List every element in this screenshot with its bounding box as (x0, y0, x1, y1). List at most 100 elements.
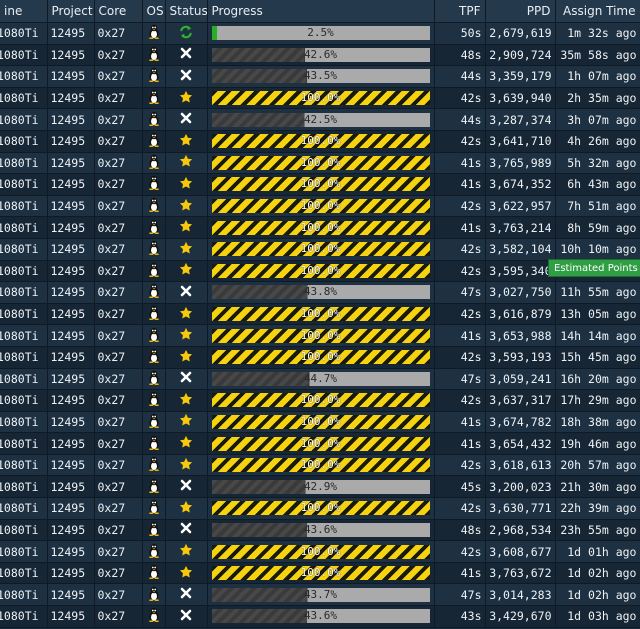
table-row[interactable]: 1080Ti 12495 0x27 100.0% 41s 3,763,672 1d 02h … (0, 562, 640, 585)
assign-time-cell: 23h 55m ago (555, 519, 640, 542)
col-header-status[interactable]: Status (165, 0, 208, 23)
tpf-cell: 42s (434, 195, 486, 218)
project-cell: 12495 (47, 44, 95, 67)
machine-name-cell: 1080Ti (0, 605, 48, 628)
progress-label: 100.0% (300, 177, 341, 191)
ppd-cell: 2,909,724 (485, 44, 556, 67)
progress-bar: 100.0% (211, 350, 430, 365)
core-cell: 0x27 (94, 368, 143, 391)
os-cell (142, 540, 166, 563)
table-row[interactable]: 1080Ti 12495 0x27 42.9% 45s 3,200,023 21h 30m … (0, 475, 640, 499)
table-row[interactable]: 1080Ti 12495 0x27 100.0% 42s 3,618,613 20h 57m… (0, 454, 640, 477)
progress-label: 100.0% (300, 393, 341, 407)
table-row[interactable]: 1080Ti 12495 0x27 100.0% 41s 3,674,352 6h 43m … (0, 173, 640, 196)
os-cell (142, 605, 166, 628)
col-header-progress[interactable]: Progress (207, 0, 435, 23)
tpf-cell: 41s (434, 216, 486, 239)
linux-tux-icon (148, 521, 160, 539)
refresh-icon (179, 25, 193, 42)
progress-label: 43.5% (303, 69, 338, 83)
table-row[interactable]: 1080Ti 12495 0x27 100.0% 42s 3,641,710 4h 26m … (0, 130, 640, 153)
table-row[interactable]: 1080Ti 12495 0x27 100.0% 42s 3,582,104 10h 10m… (0, 238, 640, 261)
assign-time-cell: 13h 05m ago (555, 303, 640, 326)
table-row[interactable]: 1080Ti 12495 0x27 43.8% 47s 3,027,750 11h 55m … (0, 281, 640, 304)
core-cell: 0x27 (94, 303, 143, 326)
progress-cell: 100.0% (207, 87, 435, 110)
progress-bar: 43.6% (211, 609, 430, 624)
project-cell: 12495 (47, 454, 95, 477)
project-cell: 12495 (47, 562, 95, 585)
star-icon (179, 262, 193, 279)
table-row[interactable]: 1080Ti 12495 0x27 100.0% 42s 3,639,940 2h 35m … (0, 87, 640, 110)
ppd-cell: 3,014,283 (485, 583, 556, 607)
star-icon (179, 241, 193, 258)
linux-tux-icon (148, 478, 160, 496)
progress-cell: 100.0% (207, 432, 435, 455)
core-cell: 0x27 (94, 238, 143, 261)
ppd-cell: 3,674,352 (485, 173, 556, 196)
project-cell: 12495 (47, 389, 95, 412)
progress-cell: 100.0% (207, 562, 435, 585)
table-row[interactable]: 1080Ti 12495 0x27 42.5% 44s 3,287,374 3h 07m a… (0, 108, 640, 131)
assign-time-cell: 8h 59m ago (555, 216, 640, 239)
status-cell (165, 497, 208, 520)
progress-label: 100.0% (300, 307, 341, 321)
status-cell (165, 281, 208, 304)
os-cell (142, 87, 166, 110)
table-row[interactable]: 1080Ti 12495 0x27 100.0% 41s 3,654,432 19h 46m… (0, 432, 640, 455)
col-header-project[interactable]: Project (47, 0, 95, 23)
core-cell: 0x27 (94, 497, 143, 520)
machine-name-cell: 1080Ti (0, 540, 48, 563)
col-header-os[interactable]: OS (142, 0, 166, 23)
table-row[interactable]: 1080Ti 12495 0x27 100.0% 42s 3,616,879 13h 05m… (0, 303, 640, 326)
ppd-cell: 3,582,104 (485, 238, 556, 261)
table-row[interactable]: 1080Ti 12495 0x27 100.0% 42s 3,608,677 1d 01h … (0, 540, 640, 563)
star-icon (179, 176, 193, 193)
project-cell: 12495 (47, 87, 95, 110)
os-cell (142, 389, 166, 412)
table-row[interactable]: 1080Ti 12495 0x27 2.5% 50s 2,679,619 1m 32s ag… (0, 22, 640, 45)
table-row[interactable]: 1080Ti 12495 0x27 100.0% 42s 3,630,771 22h 39m… (0, 497, 640, 520)
col-header-assign-time[interactable]: Assign Time (555, 0, 640, 23)
os-cell (142, 281, 166, 304)
project-cell: 12495 (47, 22, 95, 45)
col-header-core[interactable]: Core (94, 0, 143, 23)
table-row[interactable]: 1080Ti 12495 0x27 44.7% 47s 3,059,241 16h 20m … (0, 368, 640, 391)
project-cell: 12495 (47, 130, 95, 153)
project-cell: 12495 (47, 583, 95, 607)
table-row[interactable]: 1080Ti 12495 0x27 100.0% 42s 3,595,340 (0, 260, 640, 283)
progress-label: 100.0% (300, 242, 341, 256)
table-row[interactable]: 1080Ti 12495 0x27 42.6% 48s 2,909,724 35m 58s … (0, 44, 640, 67)
ppd-cell: 3,200,023 (485, 475, 556, 499)
core-cell: 0x27 (94, 216, 143, 239)
status-cell (165, 152, 208, 175)
x-mark-icon (180, 371, 192, 386)
os-cell (142, 583, 166, 607)
machine-name-cell: 1080Ti (0, 562, 48, 585)
table-row[interactable]: 1080Ti 12495 0x27 100.0% 42s 3,622,957 7h 51m … (0, 195, 640, 218)
table-row[interactable]: 1080Ti 12495 0x27 43.5% 44s 3,359,179 1h 07m a… (0, 65, 640, 88)
table-row[interactable]: 1080Ti 12495 0x27 100.0% 42s 3,593,193 15h 45m… (0, 346, 640, 369)
core-cell: 0x27 (94, 583, 143, 607)
col-header-machine[interactable]: ine (0, 0, 48, 23)
col-header-tpf[interactable]: TPF (434, 0, 486, 23)
linux-tux-icon (148, 132, 160, 150)
table-row[interactable]: 1080Ti 12495 0x27 43.6% 48s 2,968,534 23h 55m … (0, 519, 640, 542)
progress-bar: 44.7% (211, 371, 430, 386)
core-cell: 0x27 (94, 195, 143, 218)
table-row[interactable]: 1080Ti 12495 0x27 100.0% 41s 3,765,989 5h 32m … (0, 152, 640, 175)
table-row[interactable]: 1080Ti 12495 0x27 43.6% 43s 3,429,670 1d 03h a… (0, 605, 640, 628)
project-cell: 12495 (47, 368, 95, 391)
table-row[interactable]: 1080Ti 12495 0x27 100.0% 42s 3,637,317 17h 29m… (0, 389, 640, 412)
table-row[interactable]: 1080Ti 12495 0x27 100.0% 41s 3,674,782 18h 38m… (0, 411, 640, 434)
status-cell (165, 130, 208, 153)
linux-tux-icon (148, 89, 160, 107)
table-row[interactable]: 1080Ti 12495 0x27 43.7% 47s 3,014,283 1d 02h a… (0, 583, 640, 607)
progress-cell: 100.0% (207, 324, 435, 347)
table-row[interactable]: 1080Ti 12495 0x27 100.0% 41s 3,653,988 14h 14m… (0, 324, 640, 347)
linux-tux-icon (148, 67, 160, 85)
col-header-ppd[interactable]: PPD (485, 0, 556, 23)
progress-label: 100.0% (300, 501, 341, 515)
table-row[interactable]: 1080Ti 12495 0x27 100.0% 41s 3,763,214 8h 59m … (0, 216, 640, 239)
progress-bar: 42.6% (211, 47, 430, 62)
